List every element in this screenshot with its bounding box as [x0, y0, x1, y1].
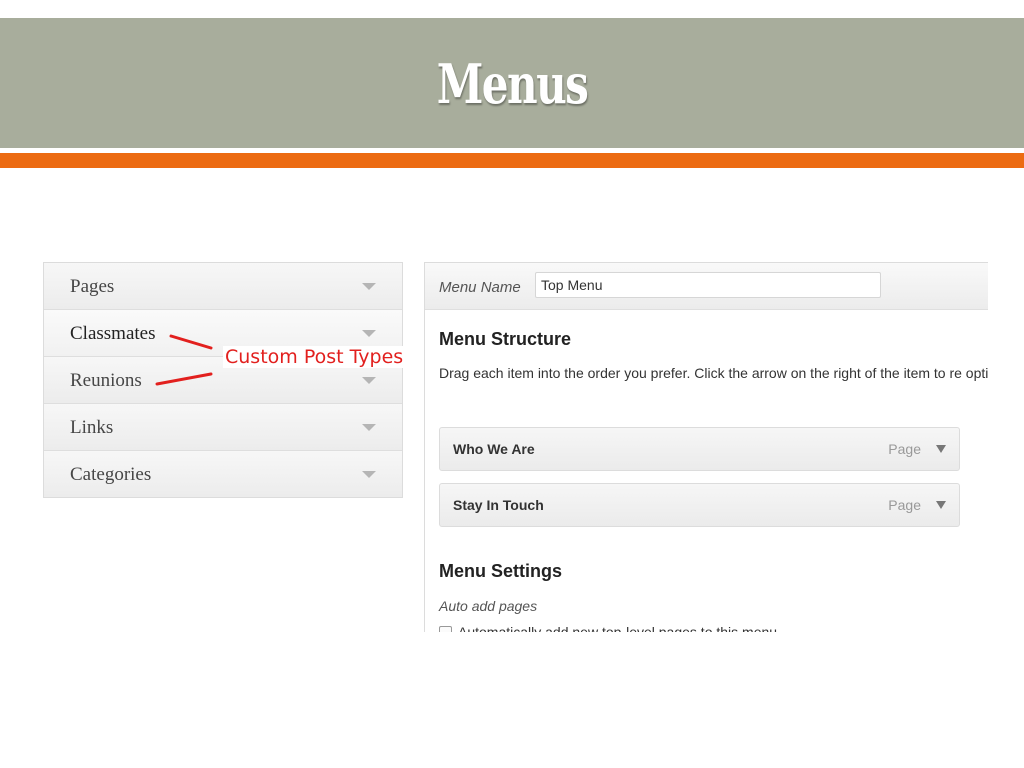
menu-item-title: Stay In Touch	[453, 497, 544, 513]
menu-item-stay-in-touch[interactable]: Stay In Touch Page	[439, 483, 960, 527]
menu-structure-heading: Menu Structure	[439, 329, 572, 349]
auto-add-checkbox[interactable]	[439, 626, 452, 632]
menu-structure-description: Drag each item into the order you prefer…	[439, 365, 988, 381]
annotation-label: Custom Post Types	[223, 346, 406, 368]
slide-title-bar: Menus	[0, 18, 1024, 148]
menu-item-type: Page	[888, 497, 921, 513]
annotation-line-reunions	[155, 372, 213, 386]
expand-arrow-icon[interactable]	[936, 445, 946, 453]
menu-editor: Menu Name Menu Structure Drag each item …	[424, 262, 988, 632]
screenshot: Pages Classmates Reunions Links Categori…	[43, 262, 988, 632]
auto-add-pages-option[interactable]: Automatically add new top-level pages to…	[439, 624, 777, 632]
auto-add-text: Automatically add new top-level pages to…	[458, 624, 778, 632]
menu-settings-heading: Menu Settings	[439, 561, 563, 581]
auto-add-pages-label: Auto add pages	[439, 598, 538, 614]
meta-box-categories[interactable]: Categories	[44, 450, 402, 497]
triangle-down-icon[interactable]	[362, 471, 376, 478]
meta-box-label: Categories	[70, 464, 152, 485]
menu-item-type: Page	[888, 441, 921, 457]
menu-item-title: Who We Are	[453, 441, 535, 457]
annotation-pointer-lines	[155, 334, 213, 386]
annotation-line-classmates	[169, 334, 213, 350]
menu-name-input[interactable]	[535, 272, 881, 298]
menu-name-label: Menu Name	[439, 279, 521, 296]
menu-item-who-we-are[interactable]: Who We Are Page	[439, 427, 960, 471]
triangle-down-icon[interactable]	[362, 424, 376, 431]
meta-box-label: Links	[70, 417, 114, 438]
slide-title: Menus	[436, 52, 589, 116]
menu-header: Menu Name	[425, 263, 988, 310]
expand-arrow-icon[interactable]	[936, 501, 946, 509]
accent-stripe	[0, 153, 1024, 168]
